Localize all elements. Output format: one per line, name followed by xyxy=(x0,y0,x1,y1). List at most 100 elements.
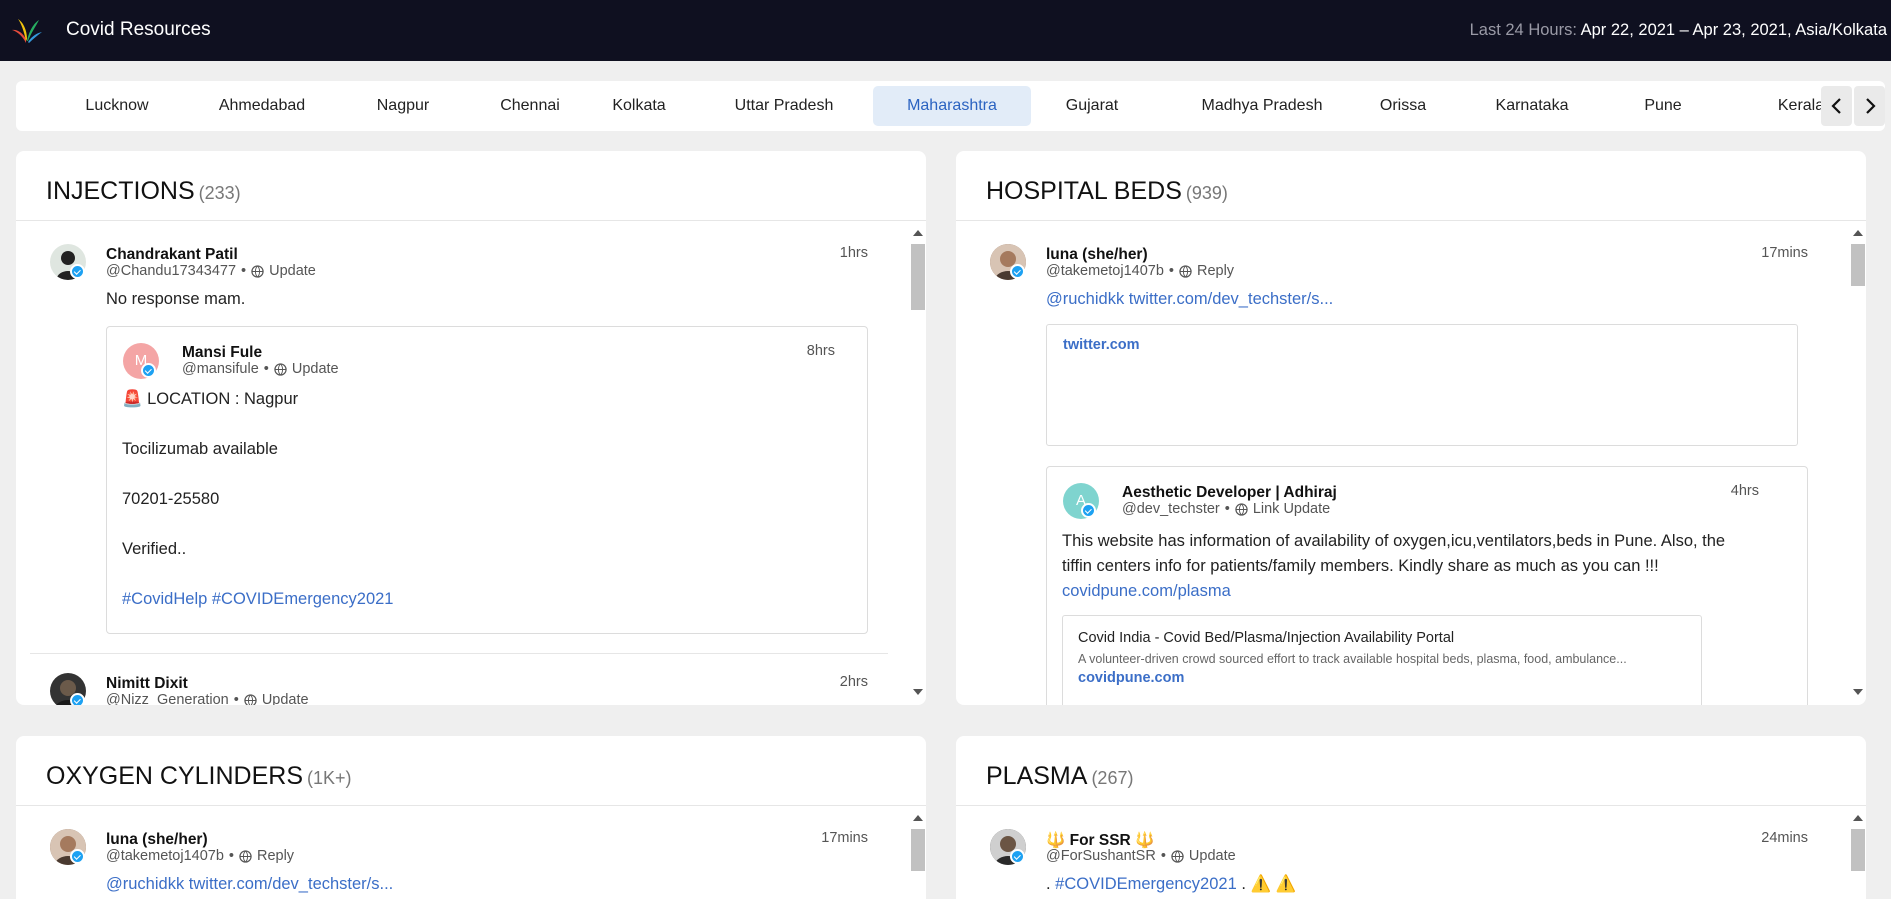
quote-link[interactable]: covidpune.com/plasma xyxy=(1062,582,1231,601)
panel-header: HOSPITAL BEDS (939) xyxy=(956,151,1866,221)
separator-dot: • xyxy=(228,848,234,864)
author-handle[interactable]: @dev_techster xyxy=(1122,501,1220,517)
scrollbar[interactable] xyxy=(1849,813,1866,899)
author-name[interactable]: luna (she/her) xyxy=(106,831,208,849)
post-action[interactable]: Link Update xyxy=(1253,501,1330,517)
scroll-up-arrow-icon[interactable] xyxy=(913,230,923,236)
scroll-thumb[interactable] xyxy=(1851,829,1865,871)
twitter-icon xyxy=(1010,849,1025,864)
scroll-thumb[interactable] xyxy=(911,829,925,871)
scroll-right-button[interactable] xyxy=(1854,86,1885,126)
app-title: Covid Resources xyxy=(66,19,211,40)
author-meta: @mansifule • Update xyxy=(182,361,339,377)
tab-maharashtra[interactable]: Maharashtra xyxy=(873,86,1031,126)
author-meta: @Chandu17343477 • Update xyxy=(106,263,316,279)
scroll-thumb[interactable] xyxy=(1851,244,1865,286)
author-meta: @takemetoj1407b • Reply xyxy=(1046,263,1234,279)
panel-header: INJECTIONS (233) xyxy=(16,151,926,221)
post-text-suffix: . ⚠️ ⚠️ xyxy=(1236,875,1297,893)
quote-line: Tocilizumab available xyxy=(122,440,278,458)
date-range[interactable]: Last 24 Hours: Apr 22, 2021 – Apr 23, 20… xyxy=(1470,21,1887,40)
card-description: A volunteer-driven crowd sourced effort … xyxy=(1078,652,1627,666)
panel-header: PLASMA (267) xyxy=(956,736,1866,806)
panel-count: (1K+) xyxy=(307,768,352,788)
panel-count: (939) xyxy=(1185,183,1228,203)
author-name[interactable]: Mansi Fule xyxy=(182,344,262,362)
post-action[interactable]: Reply xyxy=(1197,263,1234,279)
post-time: 1hrs xyxy=(839,245,868,261)
post-action[interactable]: Update xyxy=(1189,848,1236,864)
post-time: 8hrs xyxy=(806,343,835,359)
author-name[interactable]: luna (she/her) xyxy=(1046,246,1148,264)
author-name[interactable]: Aesthetic Developer | Adhiraj xyxy=(1122,484,1337,502)
scroll-up-arrow-icon[interactable] xyxy=(1853,815,1863,821)
globe-icon xyxy=(1235,502,1248,516)
panel-title-text: HOSPITAL BEDS xyxy=(986,177,1182,205)
panel-feed[interactable]: luna (she/her) @takemetoj1407b • Reply 1… xyxy=(16,807,926,899)
panel-title: OXYGEN CYLINDERS (1K+) xyxy=(46,762,352,791)
chevron-right-icon xyxy=(1865,98,1876,114)
hashtags-link[interactable]: #CovidHelp #COVIDEmergency2021 xyxy=(122,590,393,609)
post-text: No response mam. xyxy=(106,290,246,308)
panel-title: HOSPITAL BEDS (939) xyxy=(986,177,1228,206)
card-title: Covid India - Covid Bed/Plasma/Injection… xyxy=(1078,630,1455,646)
tab-pune[interactable]: Pune xyxy=(1583,86,1743,126)
scroll-down-arrow-icon[interactable] xyxy=(913,689,923,695)
quoted-tweet[interactable]: M Mansi Fule @mansifule • Update 8hrs 🚨 … xyxy=(106,326,868,634)
quoted-tweet[interactable]: A Aesthetic Developer | Adhiraj @dev_tec… xyxy=(1046,466,1808,705)
twitter-icon xyxy=(1010,264,1025,279)
separator-dot: • xyxy=(1160,848,1166,864)
author-name[interactable]: Nimitt Dixit xyxy=(106,675,188,693)
post-action[interactable]: Update xyxy=(262,692,309,705)
author-name[interactable]: Chandrakant Patil xyxy=(106,246,238,264)
author-handle[interactable]: @Chandu17343477 xyxy=(106,263,236,279)
post-divider xyxy=(30,653,888,654)
hashtag-link[interactable]: #COVIDEmergency2021 xyxy=(1055,875,1237,893)
author-handle[interactable]: @takemetoj1407b xyxy=(106,848,224,864)
tab-uttar-pradesh[interactable]: Uttar Pradesh xyxy=(704,86,864,126)
tab-kolkata[interactable]: Kolkata xyxy=(559,86,719,126)
panel-feed[interactable]: luna (she/her) @takemetoj1407b • Reply 1… xyxy=(956,222,1866,705)
author-handle[interactable]: @mansifule xyxy=(182,361,259,377)
author-handle[interactable]: @takemetoj1407b xyxy=(1046,263,1164,279)
author-meta: @takemetoj1407b • Reply xyxy=(106,848,294,864)
scroll-up-arrow-icon[interactable] xyxy=(1853,230,1863,236)
panel-feed[interactable]: 🔱 For SSR 🔱 @ForSushantSR • Update 24min… xyxy=(956,807,1866,899)
separator-dot: • xyxy=(233,692,239,705)
app-logo-icon[interactable] xyxy=(12,17,42,43)
twitter-icon xyxy=(70,693,85,705)
scroll-thumb[interactable] xyxy=(911,244,925,310)
author-handle[interactable]: @ForSushantSR xyxy=(1046,848,1156,864)
injections-panel: INJECTIONS (233) Chandrakant Patil @Chand… xyxy=(16,151,926,705)
quote-line: Verified.. xyxy=(122,540,187,558)
globe-icon xyxy=(239,849,252,863)
card-domain[interactable]: covidpune.com xyxy=(1078,670,1184,686)
tab-ahmedabad[interactable]: Ahmedabad xyxy=(182,86,342,126)
post-link[interactable]: @ruchidkk twitter.com/dev_techster/s... xyxy=(1046,290,1333,309)
globe-icon xyxy=(1171,849,1184,863)
globe-icon xyxy=(274,362,287,376)
scrollbar[interactable] xyxy=(909,228,926,705)
link-preview-card[interactable]: Covid India - Covid Bed/Plasma/Injection… xyxy=(1062,615,1702,705)
card-domain[interactable]: twitter.com xyxy=(1063,337,1140,353)
scrollbar[interactable] xyxy=(909,813,926,899)
quote-line: 70201-25580 xyxy=(122,490,220,508)
link-preview-card[interactable]: twitter.com xyxy=(1046,324,1798,446)
panel-feed[interactable]: Chandrakant Patil @Chandu17343477 • Upda… xyxy=(16,222,926,705)
scroll-left-button[interactable] xyxy=(1821,86,1852,126)
post-link[interactable]: @ruchidkk twitter.com/dev_techster/s... xyxy=(106,875,393,894)
author-handle[interactable]: @Nizz_Generation xyxy=(106,692,229,705)
tab-gujarat[interactable]: Gujarat xyxy=(1012,86,1172,126)
post-action[interactable]: Update xyxy=(269,263,316,279)
panel-title: INJECTIONS (233) xyxy=(46,177,241,206)
post-action[interactable]: Reply xyxy=(257,848,294,864)
quote-line: This website has information of availabi… xyxy=(1062,532,1726,550)
twitter-icon xyxy=(141,363,156,378)
tab-lucknow[interactable]: Lucknow xyxy=(37,86,197,126)
post-action[interactable]: Update xyxy=(292,361,339,377)
twitter-icon xyxy=(1081,503,1096,518)
scroll-down-arrow-icon[interactable] xyxy=(1853,689,1863,695)
scroll-up-arrow-icon[interactable] xyxy=(913,815,923,821)
scrollbar[interactable] xyxy=(1849,228,1866,705)
twitter-icon xyxy=(70,849,85,864)
